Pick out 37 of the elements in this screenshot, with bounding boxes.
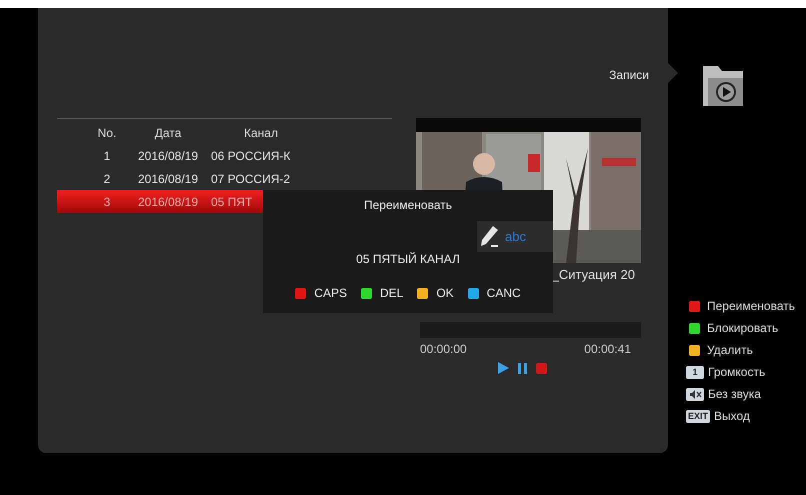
pause-icon[interactable] <box>518 362 526 374</box>
mute-icon <box>686 388 704 400</box>
table-cell-text: 2 <box>102 172 112 186</box>
remote-key: EXIT <box>686 410 710 422</box>
recording-title: _Ситуация 20 <box>552 267 635 282</box>
legend-label: Без звука <box>708 387 761 401</box>
key-label: DEL <box>380 286 404 300</box>
table-cell-text: 2016/08/19 <box>136 148 200 162</box>
legend-label: Блокировать <box>707 321 778 335</box>
legend-label: Переименовать <box>707 299 795 313</box>
key-label: CANC <box>486 286 521 300</box>
table-cell-text: 06 РОССИЯ-К <box>210 148 290 162</box>
play-icon[interactable] <box>496 362 508 374</box>
legend-label: Выход <box>714 409 750 423</box>
table-cell-text: 1 <box>102 148 112 162</box>
column-header: Дата <box>154 126 182 140</box>
name-input[interactable]: 05 ПЯТЫЙ КАНАЛ <box>356 252 460 266</box>
table-cell-text: 05 ПЯТ <box>210 194 252 208</box>
recording-row[interactable]: 1 2016/08/19 06 РОССИЯ-К <box>57 144 392 167</box>
table-cell-text: 07 РОССИЯ-2 <box>210 172 290 186</box>
input-mode: abc <box>505 229 526 244</box>
record-icon[interactable] <box>536 362 546 374</box>
legend-label: Громкость <box>708 365 766 379</box>
total-time: 00:00:41 <box>584 342 631 356</box>
recording-row[interactable]: 2 2016/08/19 07 РОССИЯ-2 <box>57 167 392 190</box>
remote-key: 1 <box>686 366 704 378</box>
table-cell-text: 3 <box>102 194 112 208</box>
menu-title: Записи <box>609 67 649 84</box>
pencil-icon <box>479 224 501 248</box>
column-header: Канал <box>243 126 279 140</box>
key-label: CAPS <box>314 286 347 300</box>
column-header: No. <box>96 126 118 140</box>
table-cell-text: 2016/08/19 <box>136 194 200 208</box>
legend-label: Удалить <box>707 343 753 357</box>
elapsed-time: 00:00:00 <box>420 342 467 356</box>
table-cell-text: 2016/08/19 <box>136 172 200 186</box>
key-label: OK <box>436 286 454 300</box>
